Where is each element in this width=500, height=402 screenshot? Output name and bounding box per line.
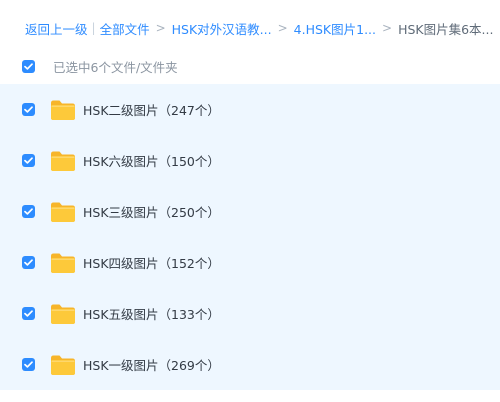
folder-icon xyxy=(50,150,76,172)
file-row[interactable]: HSK一级图片（269个） xyxy=(0,339,500,390)
breadcrumb: 返回上一级 | 全部文件 > HSK对外汉语教... > 4.HSK图片1...… xyxy=(25,18,493,38)
folder-icon xyxy=(50,99,76,121)
file-row[interactable]: HSK二级图片（247个） xyxy=(0,84,500,135)
checkmark-icon xyxy=(24,310,33,317)
checkmark-icon xyxy=(24,62,33,70)
file-list: HSK二级图片（247个） HSK六级图片（150个） HSK三级图片（250个… xyxy=(0,84,500,390)
select-all-checkbox[interactable] xyxy=(22,59,35,73)
breadcrumb-current: HSK图片集6本... xyxy=(398,21,494,37)
folder-icon xyxy=(50,201,76,223)
row-checkbox[interactable] xyxy=(22,154,35,167)
breadcrumb-divider: | xyxy=(91,21,96,35)
file-name: HSK二级图片（247个） xyxy=(83,103,220,118)
folder-icon xyxy=(50,252,76,274)
checkmark-icon xyxy=(24,157,33,164)
chevron-right-icon: > xyxy=(382,21,393,35)
chevron-right-icon: > xyxy=(155,21,166,35)
row-checkbox[interactable] xyxy=(22,103,35,116)
all-files-link[interactable]: 全部文件 xyxy=(100,19,150,38)
checkmark-icon xyxy=(24,106,33,113)
file-name: HSK三级图片（250个） xyxy=(83,205,220,220)
back-link[interactable]: 返回上一级 xyxy=(25,19,88,38)
row-checkbox[interactable] xyxy=(22,256,35,269)
selection-summary: 已选中6个文件/文件夹 xyxy=(53,59,178,75)
row-checkbox[interactable] xyxy=(22,358,35,371)
selection-header: 已选中6个文件/文件夹 xyxy=(0,52,500,80)
checkmark-icon xyxy=(24,259,33,266)
breadcrumb-item[interactable]: HSK对外汉语教... xyxy=(172,19,272,38)
folder-icon xyxy=(50,303,76,325)
file-row[interactable]: HSK六级图片（150个） xyxy=(0,135,500,186)
file-name: HSK五级图片（133个） xyxy=(83,307,220,322)
file-name: HSK六级图片（150个） xyxy=(83,154,220,169)
row-checkbox[interactable] xyxy=(22,307,35,320)
file-browser: 返回上一级 | 全部文件 > HSK对外汉语教... > 4.HSK图片1...… xyxy=(0,0,500,402)
file-row[interactable]: HSK三级图片（250个） xyxy=(0,186,500,237)
file-row[interactable]: HSK五级图片（133个） xyxy=(0,288,500,339)
file-name: HSK四级图片（152个） xyxy=(83,256,220,271)
folder-icon xyxy=(50,354,76,376)
breadcrumb-item[interactable]: 4.HSK图片1... xyxy=(294,19,376,38)
checkmark-icon xyxy=(24,208,33,215)
chevron-right-icon: > xyxy=(277,21,288,35)
file-name: HSK一级图片（269个） xyxy=(83,358,220,373)
file-row[interactable]: HSK四级图片（152个） xyxy=(0,237,500,288)
checkmark-icon xyxy=(24,361,33,368)
row-checkbox[interactable] xyxy=(22,205,35,218)
